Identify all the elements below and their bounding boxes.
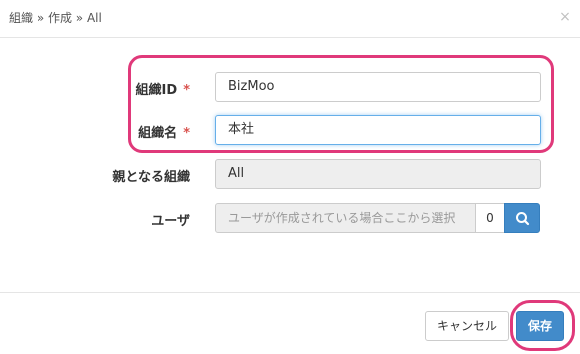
footer-divider	[0, 292, 580, 293]
user-select-input[interactable]: ユーザが作成されている場合ここから選択	[215, 203, 476, 233]
user-search-button[interactable]	[504, 203, 540, 233]
search-icon	[516, 212, 530, 226]
modal-header: 組織 » 作成 » All ×	[0, 0, 580, 38]
cancel-button[interactable]: キャンセル	[425, 311, 509, 341]
parent-org-field: All	[215, 159, 541, 189]
required-fields-highlight	[128, 55, 554, 153]
breadcrumb: 組織 » 作成 » All	[9, 11, 102, 25]
close-icon[interactable]: ×	[558, 8, 572, 26]
save-button-highlight	[510, 300, 575, 351]
user-label: ユーザ	[151, 214, 190, 229]
parent-org-label: 親となる組織	[112, 170, 190, 185]
user-count: 0	[475, 203, 505, 233]
